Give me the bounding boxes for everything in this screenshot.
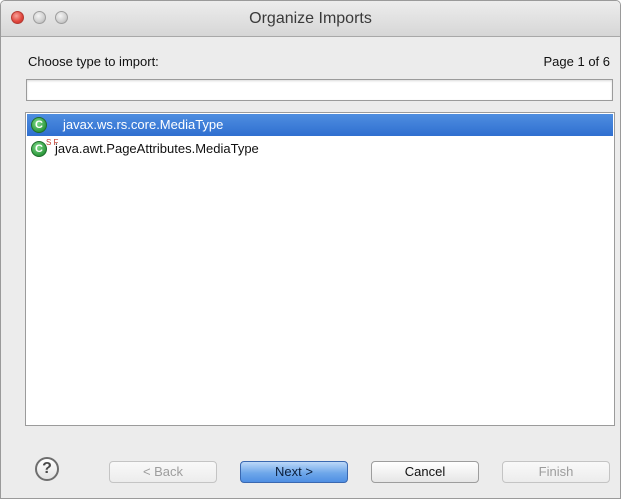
- organize-imports-dialog: Organize Imports Choose type to import: …: [0, 0, 621, 499]
- list-item[interactable]: C javax.ws.rs.core.MediaType: [27, 114, 613, 136]
- finish-button[interactable]: Finish: [502, 461, 610, 483]
- choose-type-label: Choose type to import:: [28, 54, 159, 69]
- back-button[interactable]: < Back: [109, 461, 217, 483]
- class-icon: C: [31, 117, 47, 133]
- type-list[interactable]: C javax.ws.rs.core.MediaType C S F java.…: [25, 112, 615, 426]
- list-item[interactable]: C S F java.awt.PageAttributes.MediaType: [27, 138, 613, 160]
- next-button[interactable]: Next >: [240, 461, 348, 483]
- cancel-button[interactable]: Cancel: [371, 461, 479, 483]
- window-title: Organize Imports: [249, 10, 372, 27]
- list-item-label: javax.ws.rs.core.MediaType: [63, 117, 224, 132]
- title-bar: Organize Imports: [1, 1, 620, 37]
- type-filter-input[interactable]: [26, 79, 613, 101]
- help-icon[interactable]: ?: [35, 457, 59, 481]
- class-icon: C: [31, 141, 47, 157]
- page-indicator: Page 1 of 6: [543, 54, 611, 69]
- list-item-label: java.awt.PageAttributes.MediaType: [55, 141, 259, 156]
